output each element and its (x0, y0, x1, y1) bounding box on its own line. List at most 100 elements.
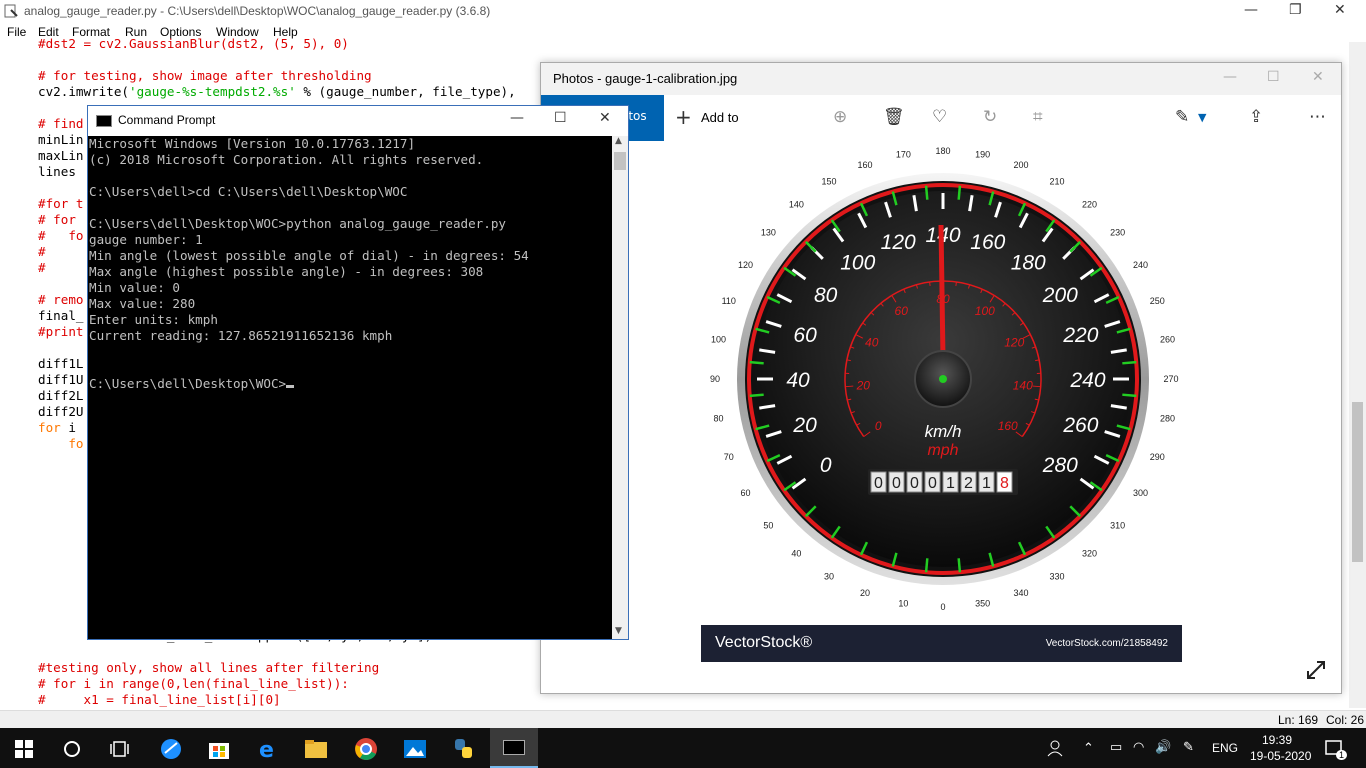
odometer-digit: 8 (1000, 475, 1009, 492)
mph-tick (1032, 385, 1041, 388)
favorite-heart-icon[interactable]: ♡ (932, 107, 947, 127)
plus-icon[interactable]: + (675, 105, 692, 129)
odometer-digit: 0 (928, 475, 937, 492)
cmd-vertical-scrollbar[interactable]: ▲ ▼ (612, 136, 628, 639)
calibration-mark (957, 558, 962, 573)
cmd-taskbar-button[interactable] (490, 728, 538, 768)
delete-icon[interactable]: 🗑 (883, 107, 905, 127)
outer-scale-label: 240 (1133, 260, 1148, 270)
kmh-label: 60 (793, 324, 817, 347)
odometer: 00001218 (868, 469, 1018, 495)
idle-minimize-button[interactable]: — (1244, 2, 1258, 18)
outer-scale-label: 50 (763, 521, 773, 531)
zoom-in-icon[interactable]: ⊕ (833, 107, 847, 127)
mph-tick (929, 281, 931, 286)
network-icon[interactable]: ▭ (1110, 739, 1122, 755)
idle-scroll-thumb[interactable] (1352, 402, 1363, 562)
pen-icon[interactable]: ✎ (1183, 739, 1194, 755)
search-cortana-icon[interactable] (63, 740, 81, 758)
app-icon-blue-arrow[interactable] (159, 737, 183, 761)
cmd-maximize-button[interactable]: ☐ (554, 110, 567, 126)
crop-icon[interactable]: ⌗ (1033, 107, 1043, 127)
chevron-down-icon[interactable]: ▼ (1198, 111, 1206, 124)
kmh-label: 240 (1069, 369, 1105, 392)
chrome-icon[interactable] (354, 737, 378, 761)
python-idle-icon[interactable] (452, 737, 476, 761)
odometer-digit: 0 (910, 475, 919, 492)
idle-close-button[interactable]: ✕ (1334, 2, 1346, 18)
mph-label: 140 (1013, 378, 1033, 392)
outer-scale-label: 180 (935, 146, 950, 156)
code-line: # for i in range(0,len(final_line_list))… (38, 676, 349, 691)
clock-time[interactable]: 19:39 (1262, 733, 1292, 747)
cmd-minimize-button[interactable]: — (510, 110, 524, 126)
outer-scale-label: 200 (1013, 160, 1028, 170)
cmd-close-button[interactable]: ✕ (599, 110, 611, 126)
more-options-icon[interactable]: ⋯ (1309, 107, 1326, 127)
cmd-console-output[interactable]: Microsoft Windows [Version 10.0.17763.12… (88, 136, 612, 639)
edge-browser-icon[interactable]: e (256, 737, 280, 761)
cmd-output-line: Current reading: 127.86521911652136 kmph (89, 328, 393, 343)
cmd-scroll-thumb[interactable] (614, 152, 626, 170)
notification-count-badge: 1 (1336, 750, 1348, 760)
outer-scale-label: 210 (1049, 177, 1064, 187)
cmd-output-line: C:\Users\dell\Desktop\WOC>python analog_… (89, 216, 507, 231)
outer-scale-label: 10 (898, 599, 908, 609)
microsoft-store-icon[interactable] (207, 737, 231, 761)
people-icon[interactable] (1046, 739, 1064, 757)
cmd-output-line: Enter units: kmph (89, 312, 218, 327)
cmd-scroll-up-icon[interactable]: ▲ (615, 136, 622, 146)
idle-restore-button[interactable]: ❐ (1289, 2, 1302, 18)
rotate-icon[interactable]: ↻ (983, 107, 997, 127)
kmh-label: 20 (792, 414, 817, 437)
outer-scale-label: 100 (711, 334, 726, 344)
cmd-cursor (286, 385, 295, 388)
code-line: cv2.imwrite('gauge-%s-tempdst2.%s' % (ga… (38, 84, 516, 99)
kmh-label: 200 (1042, 284, 1078, 307)
tray-chevron-up-icon[interactable]: ⌃ (1083, 740, 1094, 756)
outer-scale-label: 80 (713, 414, 723, 424)
cmd-output-line: Min angle (lowest possible angle of dial… (89, 248, 529, 263)
file-explorer-icon[interactable] (304, 738, 328, 760)
cmd-titlebar[interactable]: Command Prompt — ☐ ✕ (88, 106, 628, 136)
cmd-scroll-down-icon[interactable]: ▼ (615, 626, 622, 636)
outer-scale-label: 90 (710, 374, 720, 384)
outer-scale-label: 250 (1150, 296, 1165, 306)
kmh-label: 0 (820, 454, 832, 477)
windows-start-icon[interactable] (15, 740, 33, 758)
idle-titlebar[interactable]: analog_gauge_reader.py - C:\Users\dell\D… (0, 0, 1366, 24)
photos-maximize-button[interactable]: ☐ (1267, 69, 1280, 85)
outer-scale-label: 350 (975, 599, 990, 609)
photos-minimize-button[interactable]: — (1223, 69, 1237, 85)
mph-tick (845, 385, 854, 388)
idle-statusbar: Ln: 169 Col: 26 (0, 710, 1366, 728)
center-point-marker (939, 375, 947, 383)
photos-taskbar-icon[interactable] (403, 737, 427, 761)
menu-file[interactable]: File (7, 25, 26, 39)
code-editor-bottom[interactable]: #testing only, show all lines after filt… (38, 660, 379, 708)
photos-close-button[interactable]: ✕ (1312, 69, 1324, 85)
task-view-icon[interactable] (110, 740, 130, 758)
add-to-button[interactable]: Add to (701, 110, 739, 125)
command-prompt-window: Command Prompt — ☐ ✕ Microsoft Windows [… (87, 105, 629, 640)
cmd-output-line: Max value: 280 (89, 296, 196, 311)
fullscreen-expand-icon[interactable] (1305, 659, 1327, 681)
idle-vertical-scrollbar[interactable] (1349, 42, 1366, 708)
wifi-icon[interactable]: ◠ (1133, 739, 1144, 755)
cmd-output-line: gauge number: 1 (89, 232, 203, 247)
calibration-mark (924, 558, 929, 573)
code-line: # for testing, show image after threshol… (38, 68, 372, 83)
calibration-mark (1122, 393, 1137, 398)
outer-scale-label: 290 (1150, 452, 1165, 462)
edit-create-icon[interactable]: ✎ (1175, 107, 1189, 127)
kmh-label: 80 (814, 284, 838, 307)
calibration-mark (749, 360, 764, 365)
language-indicator[interactable]: ENG (1212, 741, 1238, 755)
cmd-output-line: C:\Users\dell\Desktop\WOC> (89, 376, 612, 392)
clock-date[interactable]: 19-05-2020 (1250, 749, 1311, 763)
share-icon[interactable]: ⇪ (1249, 107, 1263, 127)
cmd-output-line (89, 168, 612, 184)
volume-icon[interactable]: 🔊 (1155, 739, 1171, 755)
outer-scale-label: 190 (975, 149, 990, 159)
photos-titlebar[interactable]: Photos - gauge-1-calibration.jpg — ☐ ✕ (541, 63, 1341, 95)
